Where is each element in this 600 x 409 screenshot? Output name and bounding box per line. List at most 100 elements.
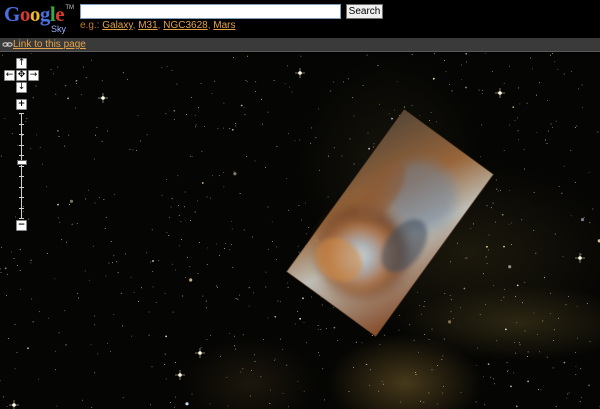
star [526, 102, 528, 104]
star [243, 229, 245, 231]
star [0, 155, 2, 157]
star [303, 322, 305, 323]
star [56, 405, 58, 407]
star [57, 217, 59, 219]
star [415, 372, 417, 374]
star [170, 402, 172, 404]
star [223, 127, 224, 129]
pan-down-button[interactable]: ↓ [16, 82, 27, 93]
star [470, 227, 472, 229]
google-sky-logo[interactable]: Google TM Sky [4, 3, 74, 35]
star [165, 378, 167, 380]
star [478, 89, 480, 91]
star [222, 171, 224, 173]
star [275, 258, 277, 260]
star [132, 149, 134, 151]
star [231, 220, 233, 222]
star [518, 87, 519, 89]
star [255, 90, 257, 92]
example-link-ngc3628[interactable]: NGC3628 [163, 20, 207, 31]
star [561, 192, 563, 194]
star [553, 61, 555, 63]
star [485, 256, 487, 258]
star [127, 79, 129, 81]
star [206, 247, 208, 249]
pan-left-button[interactable]: ← [4, 70, 15, 81]
zoom-out-button[interactable]: − [16, 220, 27, 231]
star [57, 203, 59, 206]
star [186, 113, 187, 115]
star [178, 245, 180, 247]
sky-map-viewport[interactable]: ↑ ← ✥ → ↓ + − [0, 53, 600, 409]
star [168, 235, 170, 236]
star [25, 120, 27, 122]
star [267, 111, 269, 113]
star [249, 395, 251, 397]
star [152, 286, 154, 288]
star [330, 90, 332, 92]
star [519, 103, 521, 105]
star [254, 160, 256, 162]
star [515, 352, 517, 354]
star [589, 222, 591, 224]
star [348, 78, 350, 80]
star [209, 403, 211, 405]
star [535, 252, 537, 254]
pan-right-button[interactable]: → [28, 70, 39, 81]
star [370, 369, 371, 371]
star [95, 134, 96, 136]
star [428, 392, 430, 394]
star [517, 138, 519, 140]
star [223, 102, 225, 104]
link-to-this-page[interactable]: Link to this page [13, 39, 86, 50]
star [152, 260, 154, 262]
star [434, 53, 435, 54]
star [353, 163, 355, 165]
star [55, 93, 57, 95]
star [287, 406, 289, 408]
star [117, 272, 119, 274]
pan-center-button[interactable]: ✥ [16, 70, 27, 81]
star [30, 259, 32, 261]
star [328, 155, 330, 157]
star [122, 72, 124, 74]
example-link-m31[interactable]: M31 [138, 20, 157, 31]
star [505, 328, 507, 331]
star [530, 57, 532, 59]
example-link-mars[interactable]: Mars [213, 20, 235, 31]
star [226, 376, 228, 378]
star [510, 243, 512, 245]
zoom-slider-handle[interactable] [17, 160, 27, 166]
star [443, 385, 445, 387]
star [69, 199, 74, 203]
star [129, 148, 131, 150]
star [93, 158, 95, 160]
example-link-galaxy[interactable]: Galaxy [102, 20, 132, 31]
search-button[interactable]: Search [346, 4, 383, 19]
star [317, 328, 319, 330]
star [42, 163, 44, 165]
star [495, 221, 496, 223]
star [199, 241, 200, 243]
star [353, 115, 355, 117]
star [508, 223, 510, 225]
star [476, 364, 478, 366]
pan-up-button[interactable]: ↑ [16, 58, 27, 69]
star [150, 261, 152, 263]
star [113, 255, 115, 257]
zoom-tick [19, 176, 24, 177]
zoom-in-button[interactable]: + [16, 99, 27, 110]
star [206, 196, 208, 198]
star [205, 300, 207, 302]
star [4, 267, 7, 270]
star [514, 342, 515, 344]
star [552, 339, 554, 341]
star [575, 374, 577, 376]
search-input[interactable] [80, 4, 341, 19]
star [493, 378, 495, 380]
star [269, 389, 271, 391]
star [342, 81, 344, 83]
star [503, 296, 505, 298]
star [254, 360, 256, 362]
star [263, 339, 265, 341]
